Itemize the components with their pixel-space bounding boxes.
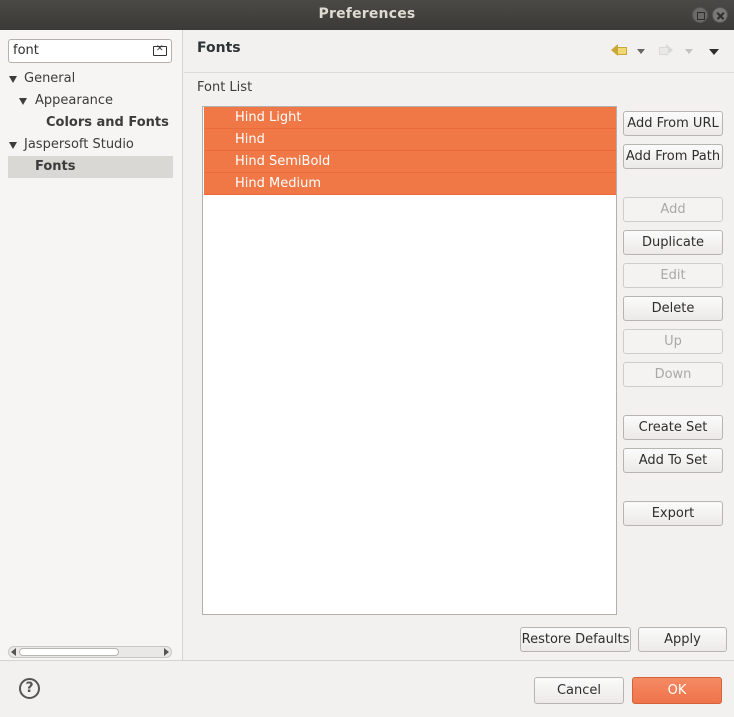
- forward-arrow-icon: [659, 44, 673, 56]
- tree-item-appearance[interactable]: Appearance: [8, 90, 173, 112]
- tree-item-label: Colors and Fonts: [46, 115, 169, 130]
- clear-filter-icon[interactable]: [153, 44, 167, 56]
- down-button: Down: [623, 362, 723, 387]
- view-menu-icon[interactable]: [709, 49, 719, 55]
- sidebar-horizontal-scrollbar[interactable]: [8, 646, 172, 658]
- create-set-button[interactable]: Create Set: [623, 415, 723, 440]
- help-icon[interactable]: ?: [19, 678, 40, 699]
- expanded-arrow-icon[interactable]: [19, 98, 27, 105]
- add-button: Add: [623, 197, 723, 222]
- tree-item-label: Jaspersoft Studio: [24, 137, 134, 152]
- expanded-arrow-icon[interactable]: [9, 142, 17, 149]
- cancel-button[interactable]: Cancel: [534, 677, 624, 704]
- page-title: Fonts: [197, 40, 241, 56]
- tree-item-label: Appearance: [35, 93, 114, 108]
- apply-button[interactable]: Apply: [638, 627, 727, 652]
- tree-item-fonts[interactable]: Fonts: [8, 156, 173, 178]
- add-from-url-button[interactable]: Add From URL: [623, 111, 723, 136]
- back-history-chevron-down-icon[interactable]: [637, 49, 645, 54]
- list-item[interactable]: Hind Medium: [204, 173, 616, 195]
- tree-item-label: Fonts: [35, 159, 76, 174]
- close-icon[interactable]: [712, 7, 728, 23]
- back-arrow-icon[interactable]: [611, 44, 627, 56]
- edit-button: Edit: [623, 263, 723, 288]
- delete-button[interactable]: Delete: [623, 296, 723, 321]
- add-to-set-button[interactable]: Add To Set: [623, 448, 723, 473]
- ok-button[interactable]: OK: [632, 677, 722, 704]
- filter-input[interactable]: font: [8, 39, 172, 63]
- add-from-path-button[interactable]: Add From Path: [623, 144, 723, 169]
- preferences-sidebar: font General Appearance Colors and Fonts…: [0, 30, 183, 660]
- filter-input-value: font: [13, 43, 39, 58]
- tree-item-colors-and-fonts[interactable]: Colors and Fonts: [8, 112, 173, 134]
- tree-item-label: General: [24, 71, 76, 86]
- up-button: Up: [623, 329, 723, 354]
- scroll-left-icon[interactable]: [11, 648, 16, 656]
- font-list-label: Font List: [197, 80, 253, 95]
- window-title: Preferences: [318, 6, 416, 22]
- scroll-right-icon[interactable]: [164, 648, 169, 656]
- dialog-footer: ? Cancel OK: [0, 660, 734, 717]
- title-bar: Preferences: [0, 0, 734, 30]
- minimize-icon[interactable]: [692, 7, 708, 23]
- duplicate-button[interactable]: Duplicate: [623, 230, 723, 255]
- tree-item-jaspersoft-studio[interactable]: Jaspersoft Studio: [8, 134, 173, 156]
- header-divider: [184, 72, 734, 73]
- preference-page: Fonts Font List Hind Light Hind Hind Sem…: [184, 30, 734, 660]
- export-button[interactable]: Export: [623, 501, 723, 526]
- tree-item-general[interactable]: General: [8, 68, 173, 90]
- list-item[interactable]: Hind: [204, 129, 616, 151]
- font-list[interactable]: Hind Light Hind Hind SemiBold Hind Mediu…: [202, 106, 617, 615]
- scrollbar-thumb[interactable]: [19, 648, 119, 656]
- list-item[interactable]: Hind Light: [204, 107, 616, 129]
- list-item[interactable]: Hind SemiBold: [204, 151, 616, 173]
- forward-history-chevron-down-icon: [685, 49, 693, 54]
- expanded-arrow-icon[interactable]: [9, 76, 17, 83]
- restore-defaults-button[interactable]: Restore Defaults: [520, 627, 631, 652]
